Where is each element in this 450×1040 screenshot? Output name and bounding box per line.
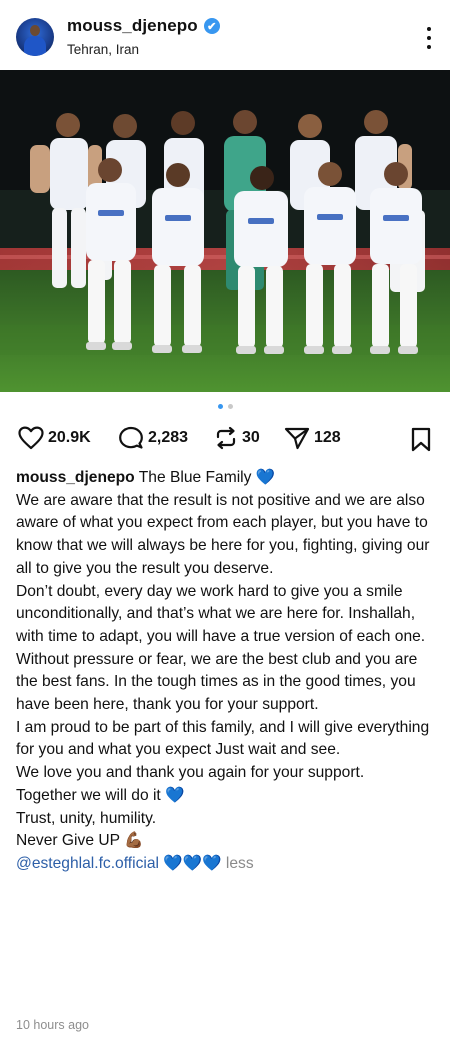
caption-paragraph: I am proud to be part of this family, an… [16, 718, 430, 759]
post-image[interactable] [0, 70, 450, 392]
caption-username-link[interactable]: mouss_djenepo [16, 469, 135, 486]
caption-paragraph: We love you and thank you again for your… [16, 764, 365, 782]
team-photo-graphic [0, 70, 450, 392]
post-header: mouss_djenepo ✔ Tehran, Iran [0, 0, 450, 70]
caption-paragraph: Without pressure or fear, we are the bes… [16, 650, 418, 714]
bookmark-icon [411, 427, 431, 452]
location-link[interactable]: Tehran, Iran [67, 42, 139, 57]
more-options-icon[interactable] [426, 27, 432, 49]
comment-icon [119, 426, 143, 449]
caption-paragraph: Don’t doubt, every day we work hard to g… [16, 582, 426, 645]
caption-paragraph: Together we will do it 💙 [16, 786, 185, 804]
repost-icon [216, 426, 236, 450]
caption-paragraph: Trust, unity, humility. [16, 809, 157, 827]
send-icon [284, 427, 310, 450]
comment-button[interactable]: 2,283 [118, 426, 188, 450]
caption-first-line: mouss_djenepo The Blue Family 💙 [16, 467, 438, 490]
like-button[interactable]: 20.9K [18, 426, 91, 450]
verified-badge-icon: ✔ [203, 18, 220, 34]
share-count: 128 [314, 429, 341, 446]
post-caption: mouss_djenepo The Blue Family 💙 We are a… [16, 467, 438, 876]
caption-paragraph: Never Give UP 💪🏾 [16, 832, 144, 850]
mention-emojis: 💙💙💙 [163, 854, 222, 872]
comment-count: 2,283 [148, 429, 189, 446]
share-button[interactable]: 128 [284, 426, 341, 450]
caption-title: The Blue Family 💙 [138, 469, 276, 486]
less-toggle[interactable]: less [226, 855, 254, 872]
mention-link[interactable]: @esteghlal.fc.official [16, 855, 159, 872]
repost-count: 30 [242, 429, 260, 446]
carousel-dot [227, 404, 233, 409]
like-count: 20.9K [48, 429, 91, 446]
avatar-head [30, 25, 40, 36]
caption-mention-line: @esteghlal.fc.official 💙💙💙 less [16, 853, 438, 876]
save-button[interactable] [410, 427, 432, 458]
username-row: mouss_djenepo ✔ [67, 16, 220, 36]
carousel-dot-active [217, 404, 223, 409]
username-link[interactable]: mouss_djenepo [67, 16, 198, 36]
post-timestamp: 10 hours ago [16, 1018, 89, 1032]
avatar[interactable] [16, 18, 54, 56]
action-bar: 20.9K 2,283 30 128 [18, 426, 432, 454]
heart-icon [18, 426, 44, 450]
avatar-body [24, 36, 46, 56]
repost-button[interactable]: 30 [214, 426, 260, 450]
caption-paragraph: We are aware that the result is not posi… [16, 491, 430, 577]
carousel-indicator [0, 404, 450, 409]
